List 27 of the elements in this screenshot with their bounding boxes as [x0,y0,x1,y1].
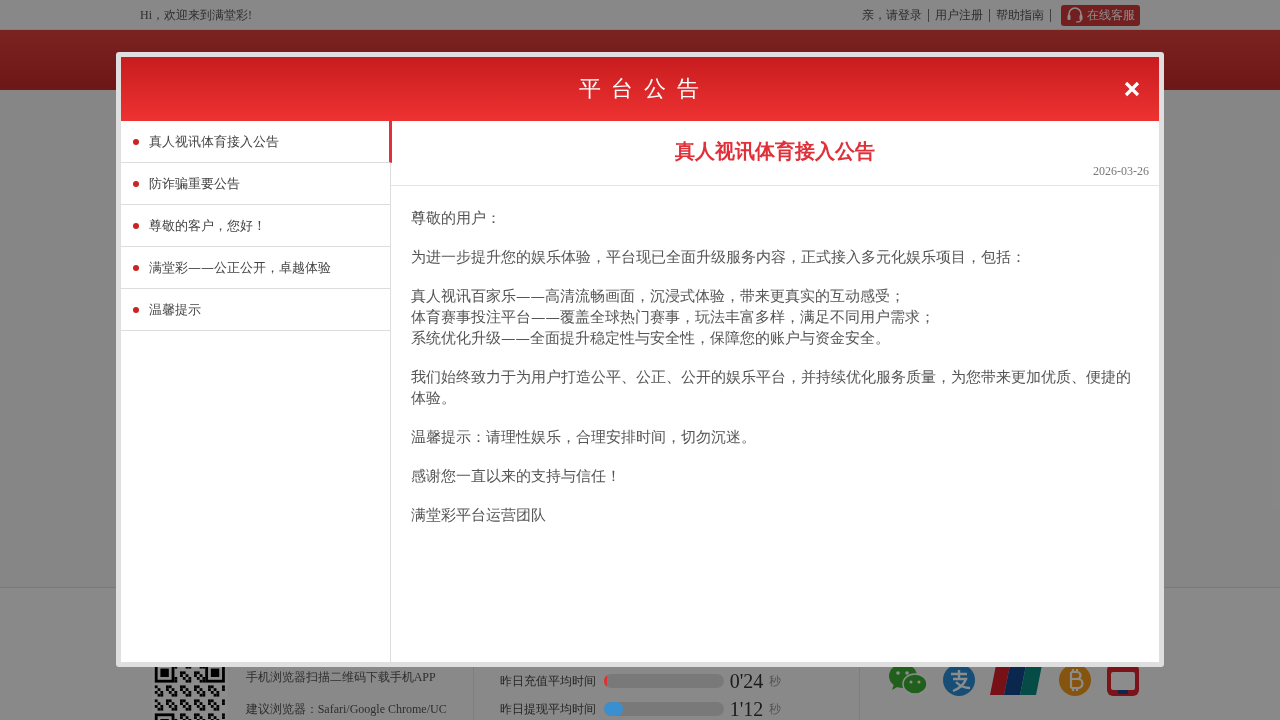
stat-label: 昨日充值平均时间 [499,672,597,690]
welcome-text: Hi，欢迎来到满堂彩! [140,6,252,24]
notice-date: 2026-03-26 [1093,164,1149,179]
stat-value: 0'24 [729,670,764,692]
top-link[interactable]: 用户注册 [935,6,983,24]
notice-title: 真人视讯体育接入公告 [675,138,875,164]
notice-paragraph: 满堂彩平台运营团队 [411,506,547,525]
notice-paragraph: 尊敬的用户： [411,209,502,228]
dialog-title: 平 台 公 告 [578,75,702,103]
notice-paragraph: 温馨提示：请理性娱乐，合理安排时间，切勿沉迷。 [411,428,757,447]
notice-list-item[interactable]: 尊敬的客户，您好！ [121,205,390,247]
notice-paragraph: 我们始终致力于为用户打造公平、公正、公开的娱乐平台，并持续优化服务质量，为您带来更加优质、便捷的体验。 [411,368,1132,408]
notice-paragraph: 为进一步提升您的娱乐体验，平台现已全面升级服务内容，正式接入多元化娱乐项目，包括： [411,248,1027,267]
notice-paragraph: 真人视讯百家乐——高清流畅画面，沉浸式体验，带来更真实的互动感受； 体育赛事投注平台——覆盖全球热门赛事，玩法丰富多样，满足不同用户需求； 系统优化升级——全面提升稳定性与安全性，保障您的账户与资金安全。 [411,287,936,348]
top-link[interactable]: 帮助指南 [996,6,1044,24]
close-icon[interactable] [1124,81,1140,97]
stat-value: 1'12 [729,698,764,720]
app-download-text: 手机浏览器扫描二维码下载手机APP [245,670,437,684]
stat-label: 昨日提现平均时间 [499,700,597,718]
browser-hint-text: 建议浏览器：Safari/Google Chrome/UC [245,702,448,716]
notice-list-item[interactable]: 真人视讯体育接入公告 [121,121,392,163]
notice-paragraph: 感谢您一直以来的支持与信任！ [411,467,622,486]
headset-icon [1066,7,1084,23]
notice-list-item[interactable]: 防诈骗重要公告 [121,163,390,205]
notice-list-item[interactable]: 温馨提示 [121,289,390,331]
top-link[interactable]: 亲，请登录 [862,6,922,24]
notice-list-item[interactable]: 满堂彩——公正公开，卓越体验 [121,247,390,289]
